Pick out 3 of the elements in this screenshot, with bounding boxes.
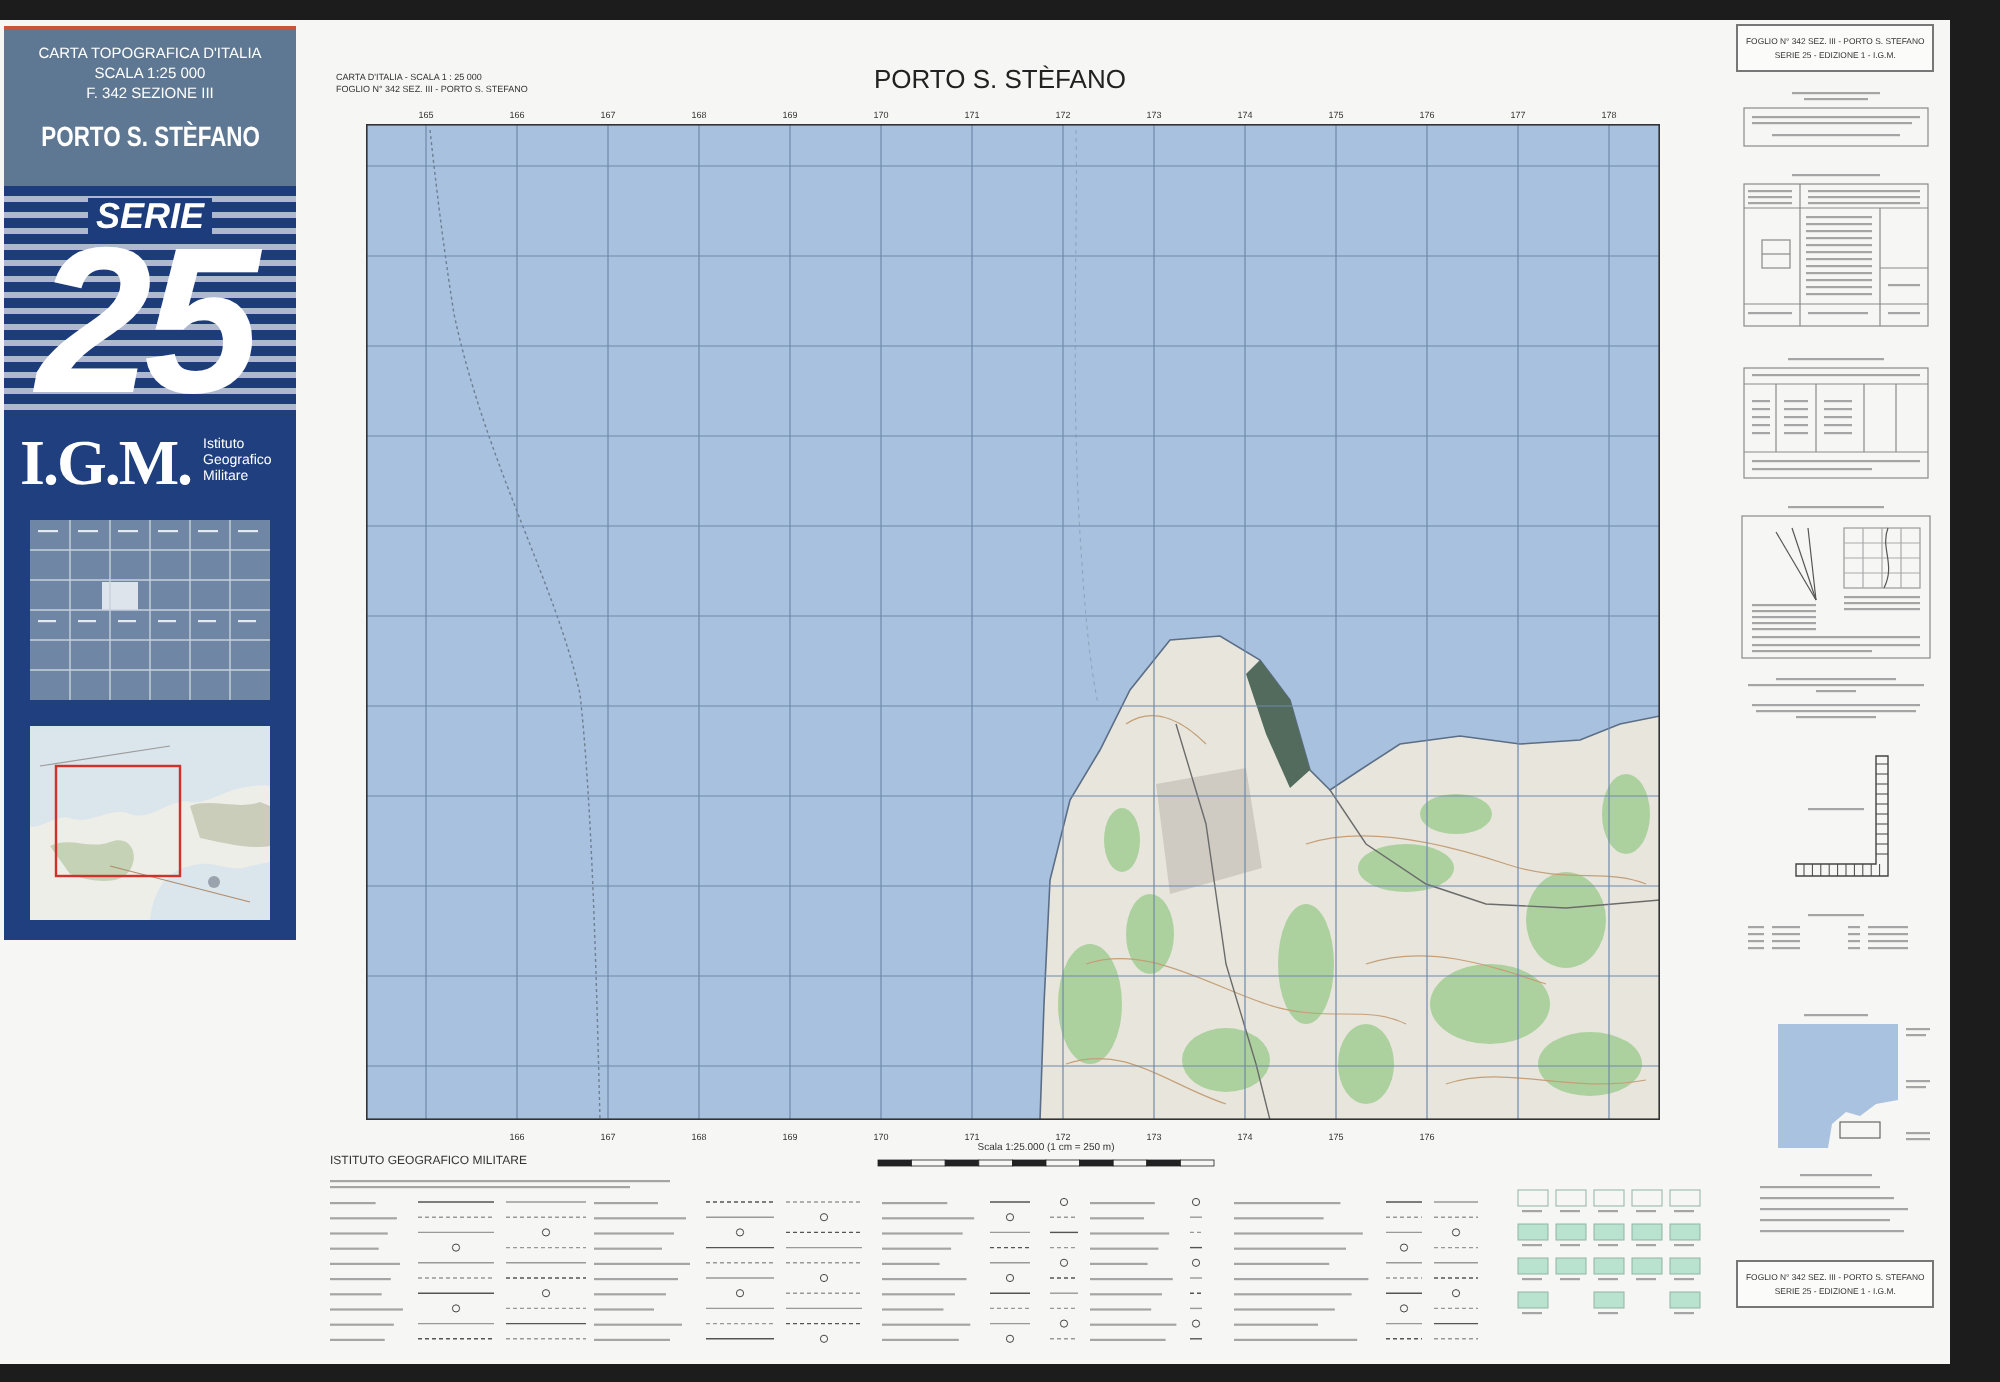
map-title: PORTO S. STÈFANO xyxy=(874,66,1126,94)
sheet-title: PORTO S. STÈFANO xyxy=(40,120,260,152)
publisher-logo-text: I.G.M. xyxy=(20,432,192,492)
